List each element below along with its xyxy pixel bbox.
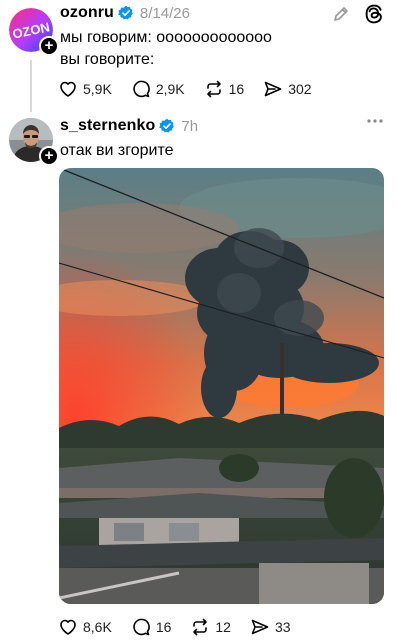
share-button[interactable]: 33 <box>250 617 291 637</box>
follow-plus-icon[interactable]: + <box>39 146 59 166</box>
post-header: s_sternenko 7h <box>60 117 198 135</box>
edit-icon[interactable] <box>332 5 350 23</box>
post-header: ozonru 8/14/26 <box>60 4 190 22</box>
like-count: 5,9K <box>83 81 112 97</box>
repost-button[interactable]: 16 <box>204 79 245 99</box>
avatar-ozonru[interactable]: OZON + <box>9 8 59 56</box>
verified-badge-icon <box>159 118 175 133</box>
post-time: 7h <box>181 117 199 135</box>
username[interactable]: ozonru <box>60 4 114 22</box>
avatar-sternenko[interactable]: + <box>9 118 59 166</box>
post-text-line-2: вы говорите: <box>60 51 155 68</box>
reply-count: 2,9K <box>155 81 185 97</box>
repost-count: 12 <box>215 619 231 635</box>
post-text: отак ви згорите <box>60 142 174 159</box>
top-right-controls <box>332 4 384 24</box>
share-icon <box>264 81 282 97</box>
post-time: 8/14/26 <box>139 4 190 22</box>
repost-icon <box>206 80 221 98</box>
repost-button[interactable]: 12 <box>190 617 231 637</box>
comment-icon <box>133 618 150 636</box>
thread-line <box>30 60 32 112</box>
username[interactable]: s_sternenko <box>60 117 155 135</box>
verified-badge-icon <box>118 5 133 20</box>
like-button[interactable]: 8,6K <box>58 617 112 637</box>
share-count: 302 <box>288 81 312 97</box>
threads-logo-icon[interactable] <box>364 4 384 24</box>
post-actions: 5,9K 2,9K 16 302 <box>58 79 331 99</box>
post-text-line-1: мы говорим: ооооооооооооо <box>60 29 272 46</box>
reply-button[interactable]: 2,9K <box>131 79 185 99</box>
share-button[interactable]: 302 <box>263 79 312 99</box>
more-icon[interactable] <box>366 118 384 124</box>
like-button[interactable]: 5,9K <box>58 79 112 99</box>
heart-icon <box>60 619 76 635</box>
fire-smoke-photo <box>59 168 384 604</box>
repost-count: 16 <box>228 81 245 97</box>
post-sternenko: + s_sternenko 7h отак ви згорите 8,6K 16… <box>0 108 398 640</box>
share-icon <box>251 619 269 635</box>
post-ozonru: OZON + ozonru 8/14/26 мы говорим: оооооо… <box>0 0 398 112</box>
like-count: 8,6K <box>83 619 112 635</box>
repost-icon <box>193 618 208 636</box>
reply-button[interactable]: 16 <box>131 617 172 637</box>
post-actions: 8,6K 16 12 33 <box>58 617 310 637</box>
comment-icon <box>133 80 150 98</box>
share-count: 33 <box>274 619 291 635</box>
follow-plus-icon[interactable]: + <box>39 36 59 56</box>
heart-icon <box>60 81 76 97</box>
post-image[interactable] <box>59 168 384 604</box>
reply-count: 16 <box>155 619 172 635</box>
